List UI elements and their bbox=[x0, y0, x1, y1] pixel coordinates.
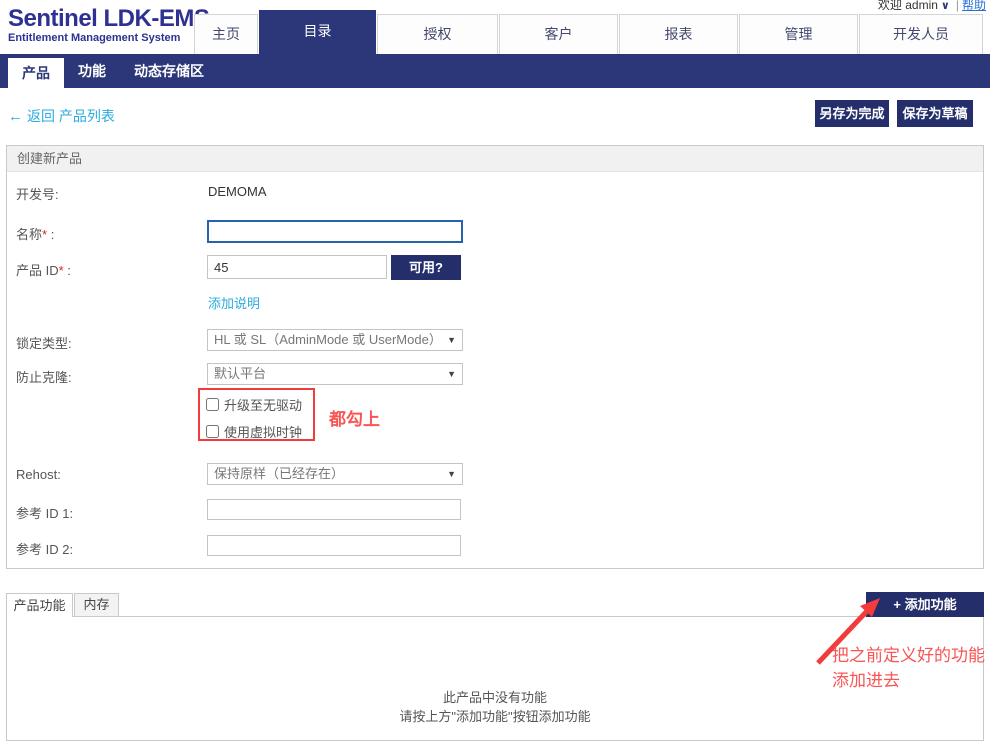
tab-home[interactable]: 主页 bbox=[194, 14, 258, 54]
subnav-item-features[interactable]: 功能 bbox=[64, 54, 120, 88]
tab-developers[interactable]: 开发人员 bbox=[859, 14, 983, 54]
lock-type-label: 锁定类型: bbox=[16, 333, 72, 352]
clone-protection-label: 防止克隆: bbox=[16, 367, 72, 386]
dropdown-arrow-icon: ▼ bbox=[447, 330, 456, 350]
add-feature-button[interactable]: + 添加功能 bbox=[866, 592, 984, 617]
empty-state-line2: 请按上方"添加功能"按钮添加功能 bbox=[0, 706, 990, 725]
tab-catalog[interactable]: 目录 bbox=[259, 10, 376, 54]
tab-reports[interactable]: 报表 bbox=[619, 14, 738, 54]
ref-id-1-input[interactable] bbox=[207, 499, 461, 520]
subnav-item-memory[interactable]: 动态存储区 bbox=[120, 54, 218, 88]
create-product-panel: 创建新产品 bbox=[6, 145, 984, 569]
lock-type-value: HL 或 SL（AdminMode 或 UserMode） bbox=[214, 330, 442, 350]
subnav-bar: 产品 功能 动态存储区 bbox=[0, 54, 990, 88]
page: Sentinel LDK-EMS Entitlement Management … bbox=[0, 0, 990, 742]
rehost-label: Rehost: bbox=[16, 467, 61, 482]
clone-protection-select[interactable]: 默认平台 ▼ bbox=[207, 363, 463, 385]
product-id-input[interactable] bbox=[207, 255, 387, 279]
back-arrow-icon: ← bbox=[8, 108, 23, 125]
rehost-value: 保持原样（已经存在） bbox=[214, 464, 344, 484]
user-bar: 欢迎 admin∨ |帮助 bbox=[878, 0, 986, 13]
tab-entitlements[interactable]: 授权 bbox=[377, 14, 498, 54]
developer-id-label: 开发号: bbox=[16, 184, 59, 203]
welcome-user-label: 欢迎 admin bbox=[878, 0, 938, 12]
save-as-draft-button[interactable]: 保存为草稿 bbox=[897, 100, 973, 127]
name-label: 名称* : bbox=[16, 224, 54, 243]
save-as-complete-button[interactable]: 另存为完成 bbox=[815, 100, 889, 127]
chevron-down-icon[interactable]: ∨ bbox=[941, 0, 950, 12]
add-description-link[interactable]: 添加说明 bbox=[208, 293, 260, 312]
ref-id-1-label: 参考 ID 1: bbox=[16, 503, 73, 522]
annotation-add-feature-note: 把之前定义好的功能 添加进去 bbox=[832, 643, 990, 693]
dropdown-arrow-icon: ▼ bbox=[447, 464, 456, 484]
lock-type-select[interactable]: HL 或 SL（AdminMode 或 UserMode） ▼ bbox=[207, 329, 463, 351]
tab-product-features[interactable]: 产品功能 bbox=[6, 593, 73, 617]
ref-id-2-label: 参考 ID 2: bbox=[16, 539, 73, 558]
tab-admin[interactable]: 管理 bbox=[739, 14, 858, 54]
rehost-select[interactable]: 保持原样（已经存在） ▼ bbox=[207, 463, 463, 485]
app-subtitle: Entitlement Management System bbox=[8, 32, 209, 45]
help-link[interactable]: 帮助 bbox=[962, 0, 986, 12]
tab-customers[interactable]: 客户 bbox=[499, 14, 618, 54]
back-to-product-list-link[interactable]: ←返回 产品列表 bbox=[8, 106, 115, 126]
panel-title: 创建新产品 bbox=[7, 146, 983, 172]
dropdown-arrow-icon: ▼ bbox=[447, 364, 456, 384]
annotation-note-line2: 添加进去 bbox=[832, 668, 990, 693]
back-link-label: 返回 产品列表 bbox=[27, 108, 115, 124]
developer-id-value: DEMOMA bbox=[208, 184, 267, 199]
app-logo: Sentinel LDK-EMS Entitlement Management … bbox=[8, 6, 209, 45]
app-title: Sentinel LDK-EMS bbox=[8, 6, 209, 32]
tab-memory[interactable]: 内存 bbox=[74, 593, 119, 616]
clone-protection-value: 默认平台 bbox=[214, 364, 266, 384]
name-input[interactable] bbox=[207, 220, 463, 243]
ref-id-2-input[interactable] bbox=[207, 535, 461, 556]
product-id-label: 产品 ID* : bbox=[16, 260, 71, 279]
annotation-check-both-text: 都勾上 bbox=[329, 405, 380, 430]
subnav-item-products[interactable]: 产品 bbox=[8, 58, 64, 88]
annotation-checkbox-highlight-rect bbox=[198, 388, 315, 441]
check-id-available-button[interactable]: 可用? bbox=[391, 255, 461, 280]
annotation-note-line1: 把之前定义好的功能 bbox=[832, 643, 990, 668]
divider: | bbox=[956, 0, 959, 12]
